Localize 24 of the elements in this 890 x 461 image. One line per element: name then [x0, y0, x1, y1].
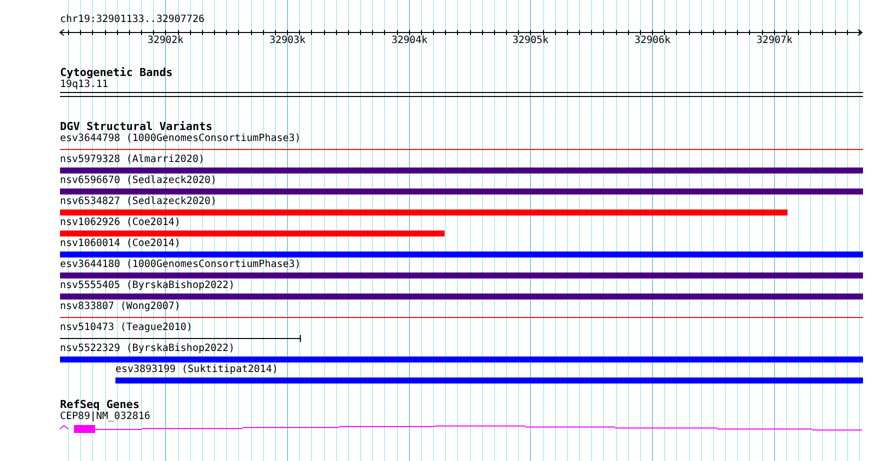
- tick-label: 32907k: [756, 35, 793, 46]
- variant-label: nsv510473 (Teague2010): [60, 322, 192, 334]
- variant-label: nsv833807 (Wong2007): [60, 301, 180, 313]
- track-title: Cytogenetic Bands: [60, 67, 173, 79]
- tick-label: 32906k: [634, 35, 671, 46]
- gene-label: CEP89|NM_032816: [60, 411, 150, 423]
- variant-label: nsv5979328 (Almarri2020): [60, 154, 204, 166]
- variant-label: nsv6534827 (Sedlazeck2020): [60, 196, 217, 208]
- variant-label: esv3644798 (1000GenomesConsortiumPhase3): [60, 133, 301, 145]
- tick-label: 32903k: [269, 35, 306, 46]
- variant-label: nsv5555405 (ByrskaBishop2022): [60, 280, 235, 292]
- variant-label: nsv1060014 (Coe2014): [60, 238, 180, 250]
- track-title: RefSeq Genes: [60, 399, 140, 411]
- band-label: 19q13.11: [60, 79, 108, 91]
- location-label: chr19:32901133..32907726: [60, 14, 204, 26]
- tick-label: 32902k: [147, 35, 184, 46]
- variant-label: nsv1062926 (Coe2014): [60, 217, 180, 229]
- tick-label: 32904k: [391, 35, 428, 46]
- variant-label: esv3893199 (Suktitipat2014): [115, 364, 278, 376]
- track-title: DGV Structural Variants: [60, 121, 212, 133]
- variant-label: nsv5522329 (ByrskaBishop2022): [60, 343, 235, 355]
- tick-label: 32905k: [512, 35, 549, 46]
- variant-label: nsv6596670 (Sedlazeck2020): [60, 175, 217, 187]
- variant-label: esv3644180 (1000GenomesConsortiumPhase3): [60, 259, 301, 271]
